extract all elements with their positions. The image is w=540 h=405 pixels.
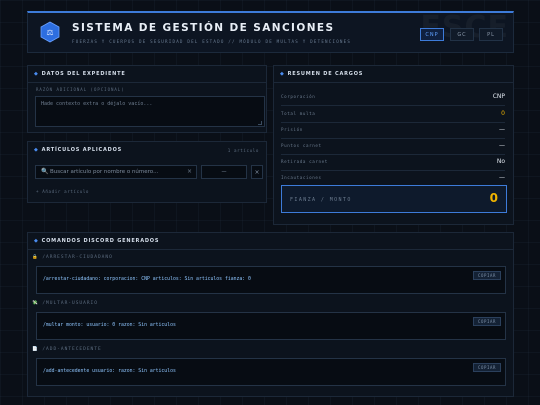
summary-key: Corporación <box>281 94 316 99</box>
money-icon: 💸 <box>32 301 43 306</box>
diamond-icon: ◆ <box>34 238 39 244</box>
copy-button[interactable]: COPIAR <box>473 271 501 280</box>
cmd-section-antecedente: 📄 /ADD-ANTECEDENTE <box>32 347 102 352</box>
shield-logo-icon: ⚖ <box>40 21 60 43</box>
fianza-value: 0 <box>489 191 498 205</box>
articulos-title: ◆ ARTÍCULOS APLICADOS <box>34 147 123 153</box>
copy-button[interactable]: COPIAR <box>473 317 501 326</box>
summary-row: Incautaciones — <box>281 169 505 186</box>
page-title: SISTEMA DE GESTIÓN DE SANCIONES <box>72 22 335 34</box>
search-placeholder: Buscar artículo por nombre o número... <box>50 169 159 175</box>
summary-value: 0 <box>501 110 505 117</box>
cmd-section-arrestar: 🔒 /ARRESTAR-CIUDADANO <box>32 255 113 260</box>
svg-text:⚖: ⚖ <box>46 28 53 37</box>
resize-handle[interactable] <box>258 121 262 125</box>
command-box-antecedente: /add-antecedente usuario: razon: Sin art… <box>36 358 506 386</box>
remove-article-button[interactable]: × <box>251 165 263 179</box>
summary-row: Corporación CNP <box>281 88 505 106</box>
diamond-icon: ◆ <box>34 71 39 77</box>
corp-tab-gc[interactable]: GC <box>450 28 474 41</box>
summary-key: Retirada carnet <box>281 159 328 164</box>
lock-icon: 🔒 <box>32 255 43 260</box>
divider <box>28 82 266 83</box>
corp-tab-pl[interactable]: PL <box>479 28 503 41</box>
summary-key: Total multa <box>281 111 316 116</box>
document-icon: 📄 <box>32 347 43 352</box>
comandos-title: ◆ COMANDOS DISCORD GENERADOS <box>34 238 160 244</box>
comandos-panel: ◆ COMANDOS DISCORD GENERADOS 🔒 /ARRESTAR-… <box>27 232 514 397</box>
copy-button[interactable]: COPIAR <box>473 363 501 372</box>
expediente-title: ◆ DATOS DEL EXPEDIENTE <box>34 71 126 77</box>
summary-value: — <box>499 142 505 149</box>
diamond-icon: ◆ <box>34 147 39 153</box>
summary-value: — <box>499 174 505 181</box>
command-text[interactable]: /add-antecedente usuario: razon: Sin art… <box>43 369 176 374</box>
add-article-button[interactable]: + Añadir artículo <box>36 189 89 194</box>
articulos-panel: ◆ ARTÍCULOS APLICADOS 1 artículo 🔍 Buscar… <box>27 141 267 203</box>
command-text[interactable]: /arrestar-ciudadano: corporacion: CNP ar… <box>43 277 251 282</box>
fianza-label: FIANZA / MONTO <box>290 197 352 203</box>
summary-value: CNP <box>492 93 505 100</box>
resumen-title: ◆ RESUMEN DE CARGOS <box>280 71 364 77</box>
fianza-box: FIANZA / MONTO 0 <box>281 185 507 213</box>
divider <box>274 82 513 83</box>
expediente-panel: ◆ DATOS DEL EXPEDIENTE RAZÓN ADICIONAL (O… <box>27 65 267 133</box>
command-text[interactable]: /multar monto: usuario: 0 razon: Sin art… <box>43 323 176 328</box>
summary-key: Incautaciones <box>281 175 322 180</box>
diamond-icon: ◆ <box>280 71 285 77</box>
resumen-panel: ◆ RESUMEN DE CARGOS Corporación CNP Total … <box>273 65 514 225</box>
razon-textarea[interactable]: Hade contexto extra o déjalo vacío... <box>35 96 265 127</box>
razon-label: RAZÓN ADICIONAL (OPCIONAL) <box>36 87 125 92</box>
app-header: ⚖ SISTEMA DE GESTIÓN DE SANCIONES FUERZA… <box>27 10 514 53</box>
command-box-multar: /multar monto: usuario: 0 razon: Sin art… <box>36 312 506 340</box>
page-subtitle: FUERZAS Y CUERPOS DE SEGURIDAD DEL ESTAD… <box>72 39 352 44</box>
articulos-count: 1 artículo <box>227 148 259 153</box>
divider <box>28 249 513 250</box>
cmd-section-multar: 💸 /MULTAR-USUARIO <box>32 301 98 306</box>
corp-tab-cnp[interactable]: CNP <box>420 28 444 41</box>
clear-search-icon[interactable]: × <box>187 168 192 175</box>
summary-key: Puntos carnet <box>281 143 322 148</box>
summary-key: Prisión <box>281 127 303 132</box>
summary-value: No <box>496 158 505 165</box>
article-select[interactable]: — <box>201 165 247 179</box>
search-icon: 🔍 <box>41 168 49 175</box>
article-search-input[interactable]: 🔍 Buscar artículo por nombre o número...… <box>35 165 197 179</box>
summary-value: — <box>499 126 505 133</box>
command-box-arrestar: /arrestar-ciudadano: corporacion: CNP ar… <box>36 266 506 294</box>
